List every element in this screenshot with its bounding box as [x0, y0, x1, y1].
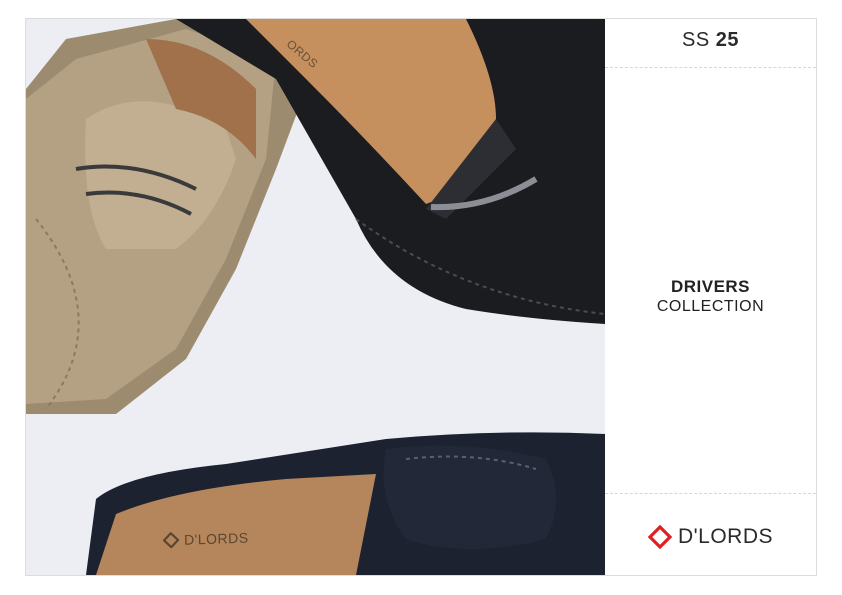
bottom-divider: [605, 493, 816, 494]
collection-title: DRIVERS COLLECTION: [605, 277, 816, 316]
lookbook-card: ORDS D'LORDS SS 25 DRIVERS COLLECTION D'…: [25, 18, 817, 576]
product-photo: ORDS D'LORDS: [26, 19, 605, 575]
brand-name: D'LORDS: [677, 525, 774, 548]
loafers-illustration: [26, 19, 605, 575]
diamond-logo-icon: [162, 531, 180, 549]
collection-name: DRIVERS: [670, 277, 751, 296]
collection-subtitle: COLLECTION: [656, 298, 765, 315]
season-prefix: SS: [682, 29, 710, 51]
insole-brand-print-bottom: D'LORDS: [162, 530, 249, 549]
season-year: 25: [715, 29, 739, 51]
top-divider: [605, 67, 816, 68]
diamond-logo-icon: [647, 525, 672, 549]
brand-logo: D'LORDS: [605, 525, 816, 549]
season-label: SS 25: [605, 29, 816, 52]
info-panel: SS 25 DRIVERS COLLECTION D'LORDS: [605, 19, 816, 575]
